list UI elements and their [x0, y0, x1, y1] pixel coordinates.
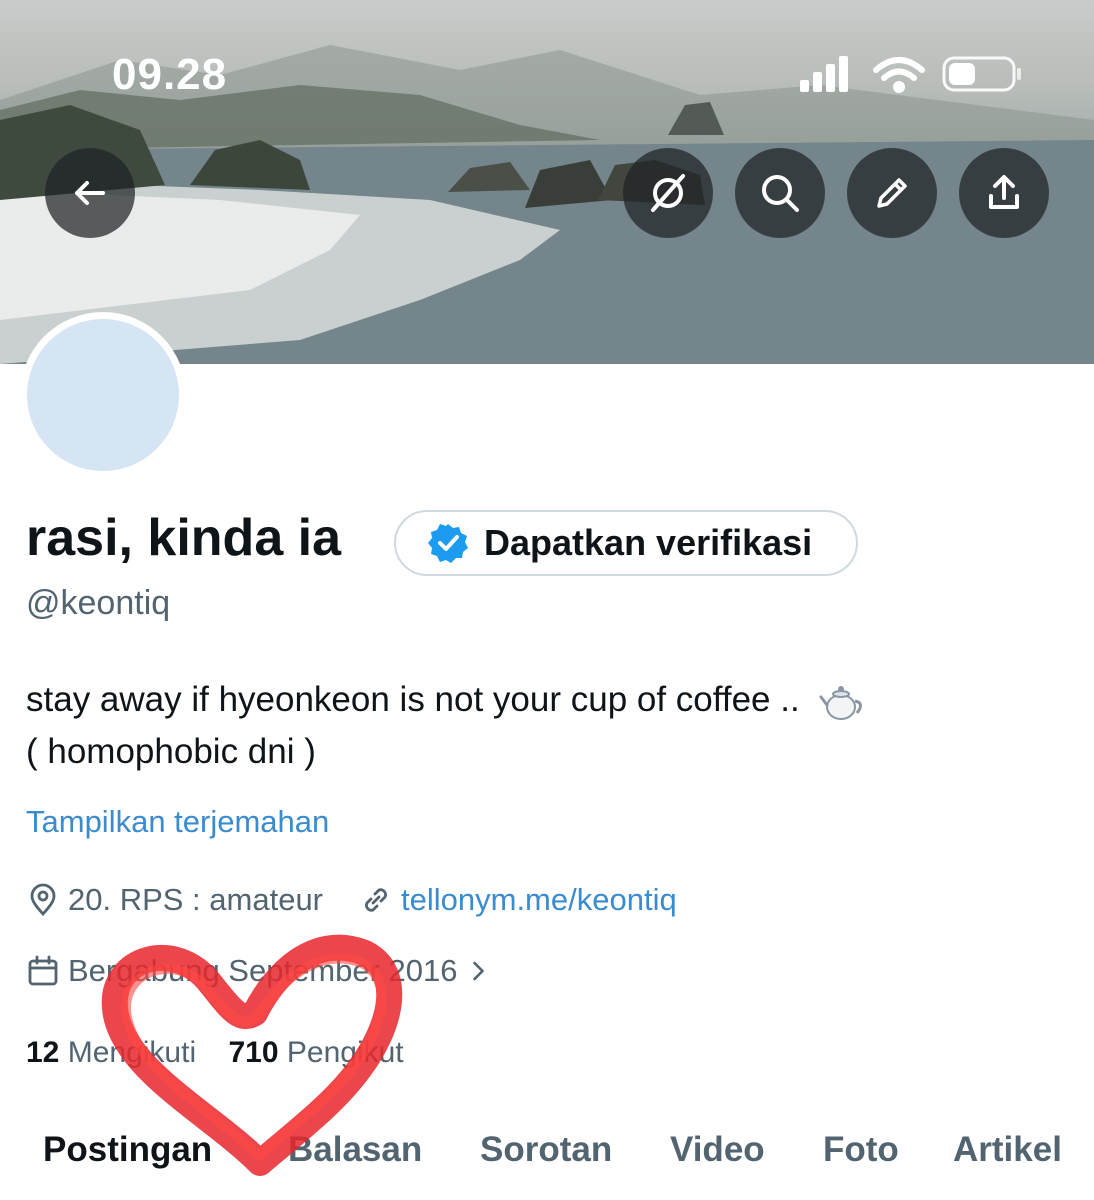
grok-button[interactable]: [623, 148, 713, 238]
tab-artikel[interactable]: Artikel: [953, 1130, 1062, 1170]
tab-video[interactable]: Video: [670, 1130, 765, 1170]
share-icon: [989, 175, 1019, 209]
status-icons: [800, 56, 1021, 93]
website[interactable]: tellonym.me/keontiq: [359, 882, 677, 918]
wifi-icon: [873, 57, 925, 93]
verified-badge-icon: [428, 524, 468, 563]
chevron-right-icon: [472, 961, 484, 981]
grok-icon: [651, 174, 685, 212]
avatar[interactable]: [20, 312, 186, 478]
bio-line-2: ( homophobic dni ): [26, 732, 316, 771]
back-arrow-icon: [75, 181, 105, 205]
follow-counts: 12 Mengikuti 710 Pengikut: [26, 1036, 404, 1070]
joined-row[interactable]: Bergabung September 2016: [26, 953, 502, 989]
following-link[interactable]: 12 Mengikuti: [26, 1036, 204, 1069]
teapot-emoji-icon: [819, 685, 863, 720]
pencil-icon: [877, 178, 907, 208]
get-verified-label: Dapatkan verifikasi: [484, 522, 813, 563]
website-link[interactable]: tellonym.me/keontiq: [401, 882, 677, 918]
share-button[interactable]: [959, 148, 1049, 238]
status-time: 09.28: [112, 50, 228, 99]
profile-tabs: Postingan Balasan Sorotan Video Foto Art…: [0, 1130, 1094, 1186]
handle: @keontiq: [26, 584, 171, 622]
tab-balasan[interactable]: Balasan: [288, 1130, 422, 1170]
followers-link[interactable]: 710 Pengikut: [228, 1036, 403, 1069]
following-count: 12: [26, 1036, 60, 1069]
location-icon: [30, 883, 56, 917]
battery-icon: [942, 56, 1021, 92]
following-label: Mengikuti: [67, 1036, 197, 1069]
back-button[interactable]: [45, 148, 135, 238]
cellular-signal-icon: [800, 56, 848, 92]
calendar-icon: [28, 955, 58, 986]
followers-count: 710: [228, 1036, 279, 1069]
tab-postingan[interactable]: Postingan: [43, 1130, 212, 1170]
followers-label: Pengikut: [286, 1036, 404, 1069]
show-translation-link[interactable]: Tampilkan terjemahan: [26, 804, 329, 840]
tab-sorotan[interactable]: Sorotan: [480, 1130, 612, 1170]
bio: stay away if hyeonkeon is not your cup o…: [26, 674, 865, 778]
location-text: 20. RPS : amateur: [68, 882, 324, 917]
default-avatar-image: [27, 319, 179, 471]
search-icon: [762, 175, 799, 212]
get-verified-button[interactable]: Dapatkan verifikasi: [394, 510, 858, 576]
profile-meta-row: 20. RPS : amateur tellonym.me/keontiq: [26, 882, 677, 918]
tab-foto[interactable]: Foto: [823, 1130, 899, 1170]
search-button[interactable]: [735, 148, 825, 238]
joined-date: Bergabung September 2016: [68, 953, 458, 988]
edit-button[interactable]: [847, 148, 937, 238]
display-name: rasi, kinda ia: [26, 509, 342, 567]
bio-line-1: stay away if hyeonkeon is not your cup o…: [26, 680, 800, 719]
link-icon: [365, 888, 387, 912]
